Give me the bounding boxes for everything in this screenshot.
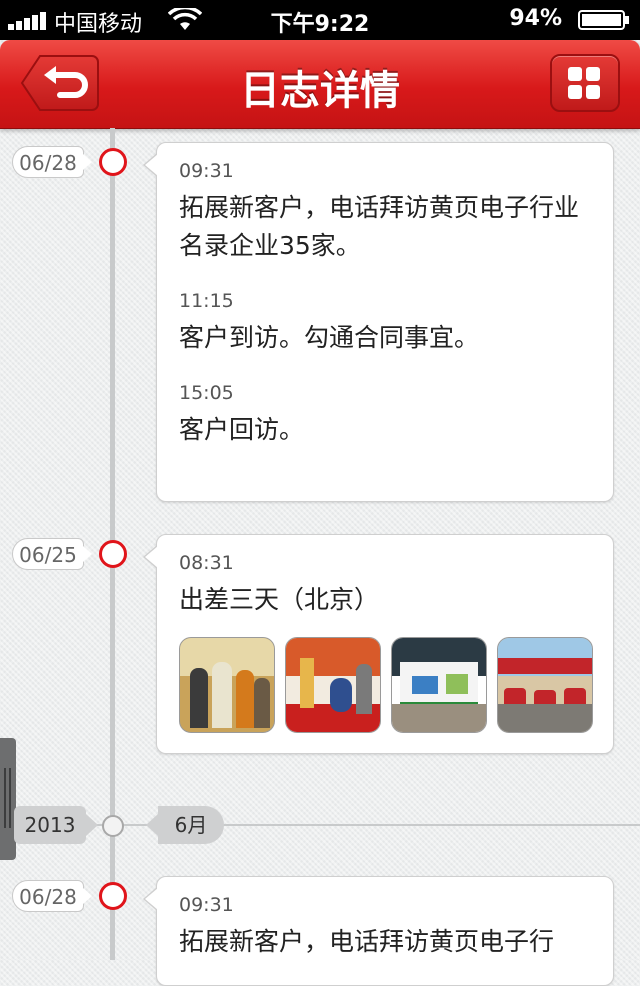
log-card[interactable]: 08:31 出差三天（北京） xyxy=(143,534,614,754)
log-card[interactable]: 09:31 拓展新客户，电话拜访黄页电子行 xyxy=(143,876,614,986)
entry-text: 客户回访。 xyxy=(179,415,305,444)
entry-time: 08:31 xyxy=(179,552,234,574)
entry-text: 客户到访。勾通合同事宜。 xyxy=(179,323,480,352)
entry-text: 拓展新客户，电话拜访黄页电子行业名录企业35家。 xyxy=(179,193,580,260)
battery-icon xyxy=(578,10,629,30)
log-card[interactable]: 09:31 拓展新客户，电话拜访黄页电子行业名录企业35家。 11:15 客户到… xyxy=(143,142,614,502)
log-entry: 15:05 客户回访。 xyxy=(179,379,595,449)
log-entry: 11:15 客户到访。勾通合同事宜。 xyxy=(179,287,595,357)
timeline-node xyxy=(99,882,127,910)
timeline-node xyxy=(99,148,127,176)
photo-thumbnail-exhibition-hall[interactable] xyxy=(497,637,593,733)
entry-time: 15:05 xyxy=(179,382,234,404)
entry-text: 拓展新客户，电话拜访黄页电子行 xyxy=(179,927,555,956)
log-entry: 09:31 拓展新客户，电话拜访黄页电子行业名录企业35家。 xyxy=(179,157,595,265)
page-title: 日志详情 xyxy=(240,68,400,114)
photo-strip xyxy=(179,637,595,733)
log-entry: 08:31 出差三天（北京） xyxy=(179,549,595,619)
status-bar: 中国移动 下午9:22 94% xyxy=(0,0,640,40)
date-tag: 06/28 xyxy=(12,880,92,912)
year-label: 2013 xyxy=(14,806,98,844)
timeline-node-year xyxy=(102,815,124,837)
photo-thumbnail-exhibition-people[interactable] xyxy=(179,637,275,733)
photo-thumbnail-exhibition-stand[interactable] xyxy=(391,637,487,733)
date-tag: 06/28 xyxy=(12,146,92,178)
log-entry: 09:31 拓展新客户，电话拜访黄页电子行 xyxy=(179,891,595,961)
date-tag: 06/25 xyxy=(12,538,92,570)
photo-thumbnail-exhibition-booth[interactable] xyxy=(285,637,381,733)
entry-time: 11:15 xyxy=(179,290,234,312)
month-label: 6月 xyxy=(146,806,224,844)
grid-menu-button[interactable] xyxy=(550,54,620,112)
entry-time: 09:31 xyxy=(179,160,234,182)
timeline-node xyxy=(99,540,127,568)
entry-time: 09:31 xyxy=(179,894,234,916)
entry-text: 出差三天（北京） xyxy=(179,585,380,614)
battery-percent: 94% xyxy=(509,6,562,31)
side-drawer-handle[interactable] xyxy=(0,738,16,860)
nav-bar: 日志详情 xyxy=(0,40,640,129)
